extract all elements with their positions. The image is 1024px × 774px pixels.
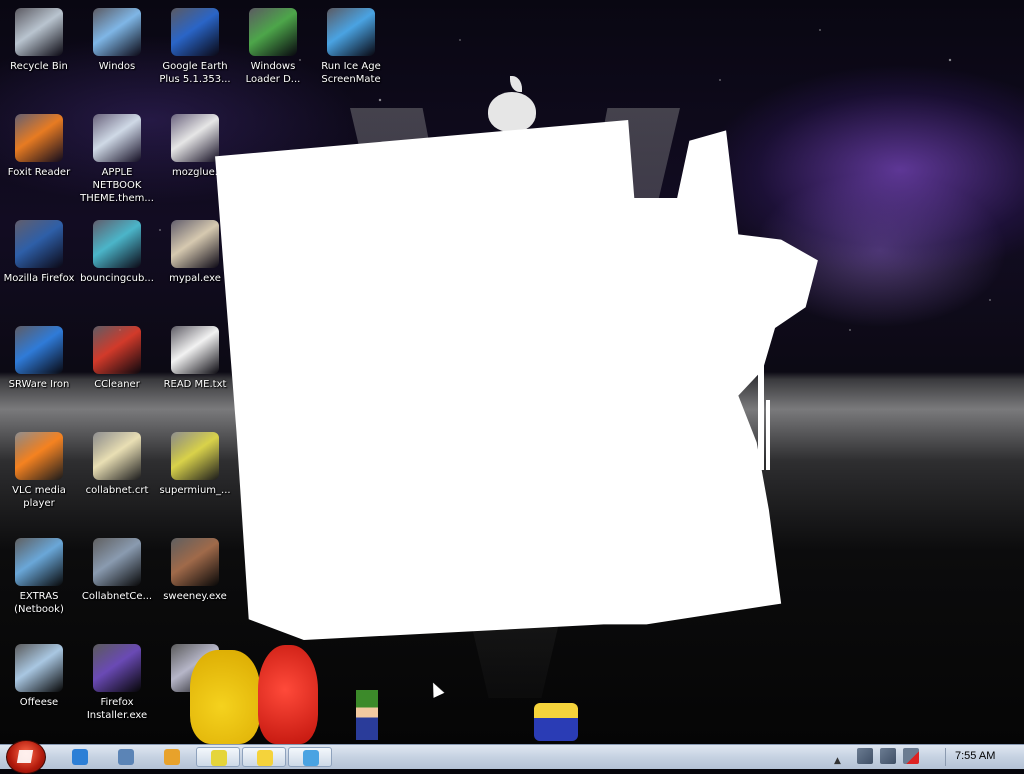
desktop-icon-label: APPLE NETBOOK THEME.them... xyxy=(80,167,154,204)
desktop-icon[interactable]: EXTRAS (Netbook) xyxy=(0,538,78,616)
recycle-bin-icon xyxy=(15,8,63,56)
screenmate-icon xyxy=(211,750,227,766)
certificate-icon xyxy=(93,432,141,480)
installer-icon xyxy=(171,432,219,480)
folder-icon xyxy=(15,538,63,586)
desktop-icon[interactable]: READ ME.txt xyxy=(156,326,234,391)
text-file-icon xyxy=(171,326,219,374)
tray-separator xyxy=(945,748,946,766)
desktop-icon[interactable]: Foxit Reader xyxy=(0,114,78,179)
desktop[interactable]: Recycle Bin Windos Google Earth Plus 5.1.3… xyxy=(0,0,1024,744)
desktop-icon-label: bouncingcub... xyxy=(80,273,154,284)
vlc-icon xyxy=(15,432,63,480)
desktop-icon-label: CollabnetCe... xyxy=(81,591,153,602)
desktop-icon[interactable]: Mozilla Firefox xyxy=(0,220,78,285)
ice-age-icon xyxy=(327,8,375,56)
desktop-icon[interactable]: Firefox Installer.exe xyxy=(78,644,156,722)
desktop-icon-label: supermium_... xyxy=(159,485,231,496)
show-hidden-icons-chevron[interactable]: ▲ xyxy=(834,748,850,766)
volume-muted-icon[interactable] xyxy=(903,748,919,764)
srware-iron-icon xyxy=(15,326,63,374)
desktop-icon-label: Foxit Reader xyxy=(7,167,71,178)
google-earth-icon xyxy=(171,8,219,56)
folder-icon xyxy=(15,644,63,692)
desktop-icon-label: VLC media player xyxy=(12,485,66,509)
desktop-icon[interactable]: bouncingcub... xyxy=(78,220,156,285)
network-icon[interactable] xyxy=(880,748,896,764)
homer-icon xyxy=(257,750,273,766)
desktop-icon[interactable]: SRWare Iron xyxy=(0,326,78,391)
desktop-icon-label: sweeney.exe xyxy=(163,591,227,602)
desktop-icon[interactable]: Run Ice Age ScreenMate xyxy=(312,8,390,86)
apple-logo xyxy=(488,92,536,132)
desktop-icon-label: mypal.exe xyxy=(169,273,221,284)
desktop-icon[interactable]: VLC media player xyxy=(0,432,78,510)
foxit-reader-icon xyxy=(15,114,63,162)
desktop-icon[interactable]: Windos xyxy=(78,8,156,73)
desktop-icon-label: READ ME.txt xyxy=(163,379,227,390)
computer-icon xyxy=(93,538,141,586)
desktop-icon[interactable]: supermium_... xyxy=(156,432,234,497)
desktop-icon-label: Run Ice Age ScreenMate xyxy=(321,61,381,85)
taskbar-running-button[interactable] xyxy=(288,747,332,767)
mypal-icon xyxy=(171,220,219,268)
desktop-icon-label: EXTRAS (Netbook) xyxy=(14,591,64,615)
folder-icon xyxy=(93,8,141,56)
windows-explorer-icon xyxy=(118,749,134,765)
theme-file-icon xyxy=(93,114,141,162)
internet-explorer-icon xyxy=(72,749,88,765)
desktop-icon-label: SRWare Iron xyxy=(8,379,70,390)
windows-loader-icon xyxy=(249,8,297,56)
desktop-icon[interactable]: APPLE NETBOOK THEME.them... xyxy=(78,114,156,205)
taskbar-pinned-button[interactable] xyxy=(104,747,148,767)
taskbar-running-button[interactable] xyxy=(196,747,240,767)
firefox-icon xyxy=(15,220,63,268)
media-player-icon xyxy=(164,749,180,765)
desktop-icon[interactable]: sweeney.exe xyxy=(156,538,234,603)
overlay-drip xyxy=(758,360,764,470)
desktop-icon[interactable]: Recycle Bin xyxy=(0,8,78,73)
desktop-icon-label: Google Earth Plus 5.1.353... xyxy=(159,61,231,85)
taskbar-pinned-button[interactable] xyxy=(150,747,194,767)
red-mm-character-icon xyxy=(258,645,318,744)
desktop-icon-label: collabnet.crt xyxy=(85,485,149,496)
ccleaner-icon xyxy=(93,326,141,374)
clock[interactable]: 7:55 AM xyxy=(955,750,995,762)
desktop-icon[interactable]: collabnet.crt xyxy=(78,432,156,497)
simpson-sprite-icon xyxy=(534,703,578,741)
desktop-icon[interactable]: CCleaner xyxy=(78,326,156,391)
desktop-icon[interactable]: Google Earth Plus 5.1.353... xyxy=(156,8,234,86)
firefox-installer-icon xyxy=(93,644,141,692)
desktop-icon-label: Firefox Installer.exe xyxy=(86,697,148,721)
start-button[interactable] xyxy=(6,740,46,774)
mouse-cursor xyxy=(427,680,445,698)
taskbar-running-button[interactable] xyxy=(242,747,286,767)
taskbar-pinned-button[interactable] xyxy=(58,747,102,767)
desktop-icon[interactable]: Windows Loader D... xyxy=(234,8,312,86)
redacted-white-overlay xyxy=(215,120,818,640)
luigi-sprite-icon xyxy=(356,690,378,740)
minecraft-icon xyxy=(93,220,141,268)
overlay-drip xyxy=(766,400,770,470)
desktop-icon-label: Offeese xyxy=(19,697,59,708)
desktop-icon-label: Recycle Bin xyxy=(10,61,68,72)
yellow-mm-character-icon xyxy=(190,650,260,744)
desktop-icon-label: Windows Loader D... xyxy=(245,61,301,85)
desktop-icon[interactable]: CollabnetCe... xyxy=(78,538,156,603)
dll-file-icon xyxy=(171,114,219,162)
desktop-icon-label: Windos xyxy=(98,61,136,72)
desktop-icon[interactable]: Offeese xyxy=(0,644,78,709)
photo-icon xyxy=(171,538,219,586)
desktop-icon-label: CCleaner xyxy=(94,379,140,390)
desktop-icon-label: Mozilla Firefox xyxy=(3,273,75,284)
ice-age-icon xyxy=(303,750,319,766)
action-center-icon[interactable] xyxy=(857,748,873,764)
